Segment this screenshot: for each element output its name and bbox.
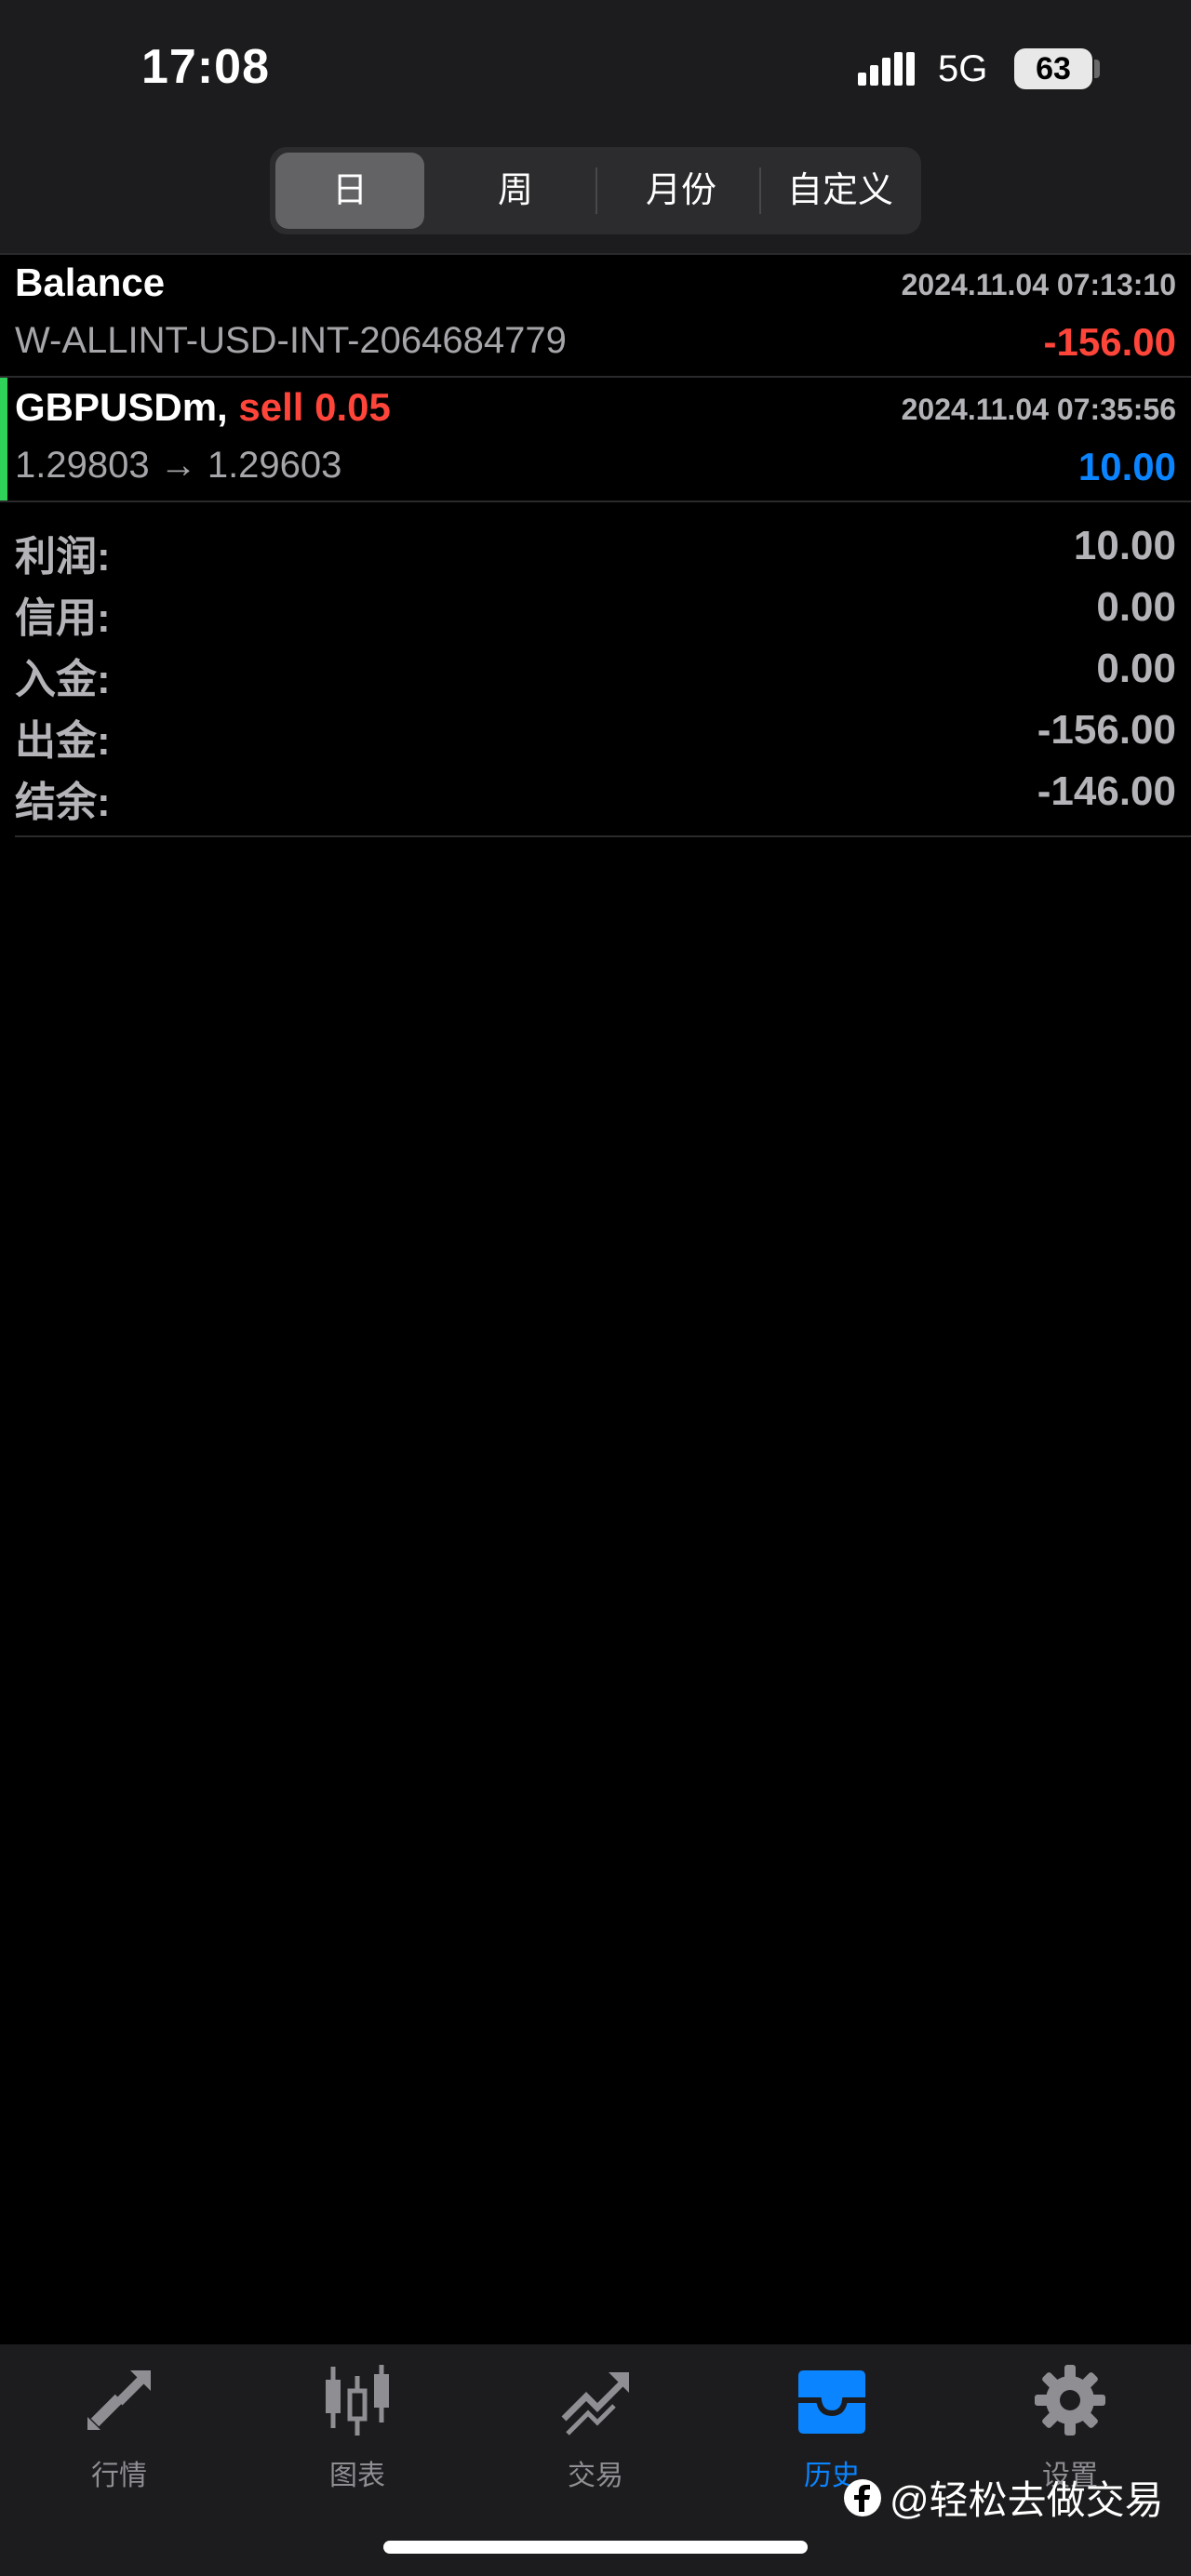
trade-trend-icon <box>561 2372 629 2436</box>
tab-history[interactable]: 历史 <box>757 2363 906 2512</box>
trade-prices: 1.29803 → 1.29603 <box>15 445 342 486</box>
segment-divider <box>596 167 597 214</box>
divider <box>0 501 1191 502</box>
segment-month[interactable]: 月份 <box>601 153 761 229</box>
segment-custom[interactable]: 自定义 <box>763 153 917 229</box>
row-amount: 10.00 <box>1077 445 1176 488</box>
history-inbox-icon <box>798 2370 865 2434</box>
history-screen: 17:08 5G 63 日 周 月份 自定义 Balance 2024.11.0… <box>0 0 1191 2576</box>
gear-icon <box>1035 2365 1105 2436</box>
trade-symbol: GBPUSDm, <box>15 385 228 429</box>
tab-label: 图表 <box>329 2461 385 2491</box>
divider <box>0 376 1191 378</box>
summary-value-profit: 10.00 <box>1073 523 1176 568</box>
summary-label-profit: 利润: <box>15 534 111 580</box>
facebook-logo-icon <box>844 2479 881 2516</box>
summary-value-deposit: 0.00 <box>1096 646 1176 691</box>
divider <box>0 253 1191 255</box>
tab-trade[interactable]: 交易 <box>521 2363 670 2512</box>
tab-label: 历史 <box>804 2461 860 2491</box>
trade-action: sell 0.05 <box>238 385 391 429</box>
row-time: 2024.11.04 07:13:10 <box>901 268 1176 301</box>
battery-tip <box>1094 60 1100 78</box>
battery-level: 63 <box>1036 51 1071 87</box>
summary-label-deposit: 入金: <box>15 657 111 702</box>
summary-value-withdrawal: -156.00 <box>1037 707 1176 753</box>
header: 17:08 5G 63 日 周 月份 自定义 <box>0 0 1191 253</box>
network-type: 5G <box>938 48 988 89</box>
summary-label-credit: 信用: <box>15 595 111 641</box>
quotes-arrows-icon <box>87 2370 151 2430</box>
segment-week[interactable]: 周 <box>441 153 590 229</box>
tab-quotes[interactable]: 行情 <box>45 2363 194 2512</box>
row-time: 2024.11.04 07:35:56 <box>901 393 1176 426</box>
row-title: Balance <box>15 260 166 304</box>
tab-label: 行情 <box>91 2461 147 2491</box>
tab-charts[interactable]: 图表 <box>283 2363 432 2512</box>
row-subtitle: W-ALLINT-USD-INT-2064684779 <box>15 320 567 361</box>
summary-value-credit: 0.00 <box>1096 584 1176 630</box>
row-amount: -156.00 <box>1043 320 1176 364</box>
tab-label: 交易 <box>568 2461 623 2491</box>
candlestick-icon <box>326 2365 389 2436</box>
segment-day[interactable]: 日 <box>275 153 424 229</box>
trade-title: GBPUSDm, sell 0.05 <box>15 385 391 430</box>
segment-divider <box>759 167 761 214</box>
summary-label-withdrawal: 出金: <box>15 718 111 764</box>
summary-value-balance: -146.00 <box>1037 768 1176 814</box>
period-segmented-control: 日 周 月份 自定义 <box>270 147 921 234</box>
divider <box>15 835 1191 837</box>
battery-icon: 63 <box>1014 48 1092 89</box>
cellular-signal-icon <box>858 52 915 86</box>
home-indicator[interactable] <box>383 2541 808 2554</box>
summary-label-balance: 结余: <box>15 780 111 825</box>
watermark-text: @轻松去做交易 <box>890 2478 1164 2522</box>
status-time: 17:08 <box>141 40 270 94</box>
trade-indicator-bar <box>0 378 7 501</box>
